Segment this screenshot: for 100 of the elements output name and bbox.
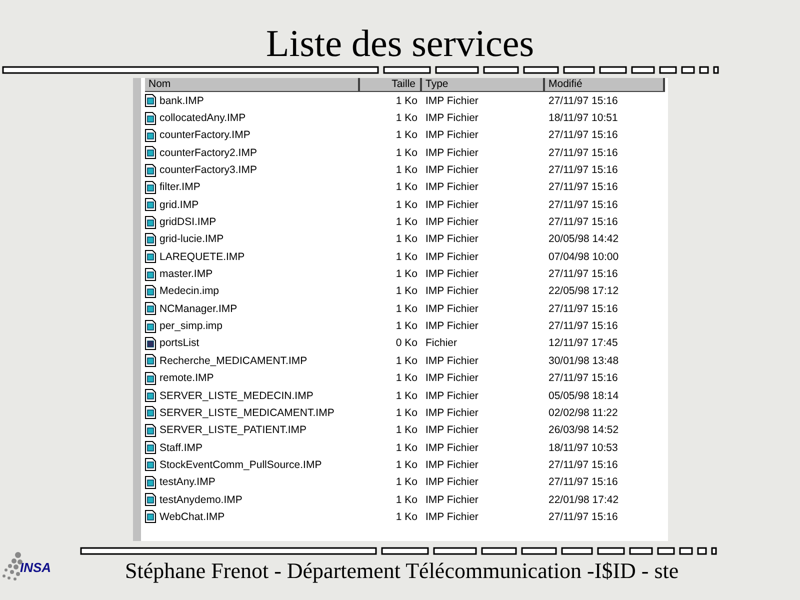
file-date: 27/11/97 15:16 <box>548 458 619 471</box>
file-date: 02/02/98 11:22 <box>548 406 619 419</box>
file-size: 1 Ko <box>394 181 418 194</box>
column-header[interactable]: Nom <box>144 78 360 92</box>
file-name[interactable]: collocatedAny.IMP <box>160 112 246 124</box>
file-icon <box>144 216 156 229</box>
file-date: 27/11/97 15:16 <box>548 198 619 211</box>
file-icon <box>144 441 156 454</box>
logo-text: INSA <box>20 560 52 574</box>
file-name[interactable]: gridDSI.IMP <box>160 216 216 228</box>
file-date: 07/04/98 10:00 <box>548 250 620 263</box>
file-type: IMP Fichier <box>424 354 480 367</box>
column-header[interactable]: Type <box>422 78 544 92</box>
slide-title: Liste des services <box>266 22 534 66</box>
file-date: 27/11/97 15:16 <box>548 320 619 332</box>
file-icon <box>144 268 156 281</box>
file-name[interactable]: Recherche_MEDICAMENT.IMP <box>160 354 308 367</box>
file-date: 05/05/98 18:14 <box>548 390 620 402</box>
file-icon <box>144 198 156 212</box>
file-size: 1 Ko <box>394 216 418 228</box>
file-icon <box>144 164 156 177</box>
file-name[interactable]: filter.IMP <box>160 181 200 194</box>
file-name[interactable]: Staff.IMP <box>160 442 202 454</box>
file-type: IMP Fichier <box>424 112 480 124</box>
file-size: 1 Ko <box>394 406 418 419</box>
file-name[interactable]: bank.IMP <box>160 94 204 107</box>
file-icon <box>144 476 156 489</box>
file-icon <box>144 146 156 160</box>
file-name[interactable]: counterFactory2.IMP <box>160 146 257 159</box>
file-name[interactable]: WebChat.IMP <box>160 510 225 523</box>
file-size: 1 Ko <box>394 198 418 211</box>
file-size: 1 Ko <box>394 390 418 402</box>
file-date: 27/11/97 15:16 <box>548 302 619 315</box>
file-size: 1 Ko <box>394 164 418 176</box>
file-name[interactable]: LAREQUETE.IMP <box>160 250 245 263</box>
file-type: IMP Fichier <box>424 285 480 298</box>
file-size: 1 Ko <box>394 129 418 142</box>
file-date: 12/11/97 17:45 <box>548 337 619 350</box>
file-name[interactable]: grid.IMP <box>160 198 199 211</box>
file-type: IMP Fichier <box>424 268 480 280</box>
file-size: 1 Ko <box>394 442 418 454</box>
file-name[interactable]: counterFactory3.IMP <box>160 164 257 176</box>
file-name[interactable]: remote.IMP <box>160 372 214 384</box>
file-date: 27/11/97 15:16 <box>548 268 619 280</box>
file-name[interactable]: testAny.IMP <box>160 476 216 488</box>
file-icon <box>144 128 156 142</box>
file-size: 1 Ko <box>394 112 418 124</box>
file-size: 1 Ko <box>394 424 418 436</box>
file-date: 18/11/97 10:51 <box>548 112 619 124</box>
file-name[interactable]: grid-lucie.IMP <box>160 233 224 246</box>
column-header[interactable]: Modifié <box>544 78 664 92</box>
file-date: 27/11/97 15:16 <box>548 181 619 194</box>
file-name[interactable]: NCManager.IMP <box>160 302 238 315</box>
file-type: IMP Fichier <box>424 302 480 315</box>
file-size: 1 Ko <box>394 458 418 471</box>
file-type: IMP Fichier <box>424 458 480 471</box>
file-icon <box>144 94 156 108</box>
file-name[interactable]: per_simp.imp <box>160 320 223 332</box>
file-date: 27/11/97 15:16 <box>548 146 619 159</box>
file-name[interactable]: StockEventComm_PullSource.IMP <box>160 458 322 471</box>
file-name[interactable]: testAnydemo.IMP <box>160 494 242 506</box>
file-date: 27/11/97 15:16 <box>548 510 619 523</box>
file-name[interactable]: portsList <box>160 337 200 350</box>
file-name[interactable]: counterFactory.IMP <box>160 129 250 142</box>
file-date: 22/01/98 17:42 <box>548 494 620 506</box>
file-icon <box>144 406 156 420</box>
file-icon <box>144 354 156 368</box>
file-name[interactable]: SERVER_LISTE_MEDICAMENT.IMP <box>160 406 334 419</box>
file-type: IMP Fichier <box>424 372 480 384</box>
column-header[interactable]: Taille <box>360 78 422 92</box>
file-name[interactable]: Medecin.imp <box>160 285 220 298</box>
file-date: 27/11/97 15:16 <box>548 372 619 384</box>
file-icon <box>144 336 156 350</box>
file-date: 18/11/97 10:53 <box>548 442 619 454</box>
file-name[interactable]: master.IMP <box>160 268 213 280</box>
file-type: IMP Fichier <box>424 94 480 107</box>
file-name[interactable]: SERVER_LISTE_PATIENT.IMP <box>160 424 307 436</box>
file-size: 1 Ko <box>394 476 418 488</box>
file-date: 30/01/98 13:48 <box>548 354 620 367</box>
file-size: 1 Ko <box>394 94 418 107</box>
file-name[interactable]: SERVER_LISTE_MEDECIN.IMP <box>160 390 314 402</box>
file-type: IMP Fichier <box>424 164 480 176</box>
file-icon <box>144 510 156 524</box>
file-icon <box>144 180 156 194</box>
file-type: IMP Fichier <box>424 476 480 488</box>
file-type: IMP Fichier <box>424 146 480 159</box>
file-icon <box>144 284 156 298</box>
file-type: IMP Fichier <box>424 181 480 194</box>
file-date: 27/11/97 15:16 <box>548 129 619 142</box>
file-type: IMP Fichier <box>424 129 480 142</box>
file-size: 1 Ko <box>394 285 418 298</box>
file-type: IMP Fichier <box>424 233 480 246</box>
file-size: 1 Ko <box>394 320 418 332</box>
file-icon <box>144 389 156 402</box>
file-type: IMP Fichier <box>424 216 480 228</box>
file-size: 1 Ko <box>394 302 418 315</box>
file-date: 22/05/98 17:12 <box>548 285 620 298</box>
file-date: 27/11/97 15:16 <box>548 164 619 176</box>
file-date: 20/05/98 14:42 <box>548 233 620 246</box>
file-size: 1 Ko <box>394 233 418 246</box>
